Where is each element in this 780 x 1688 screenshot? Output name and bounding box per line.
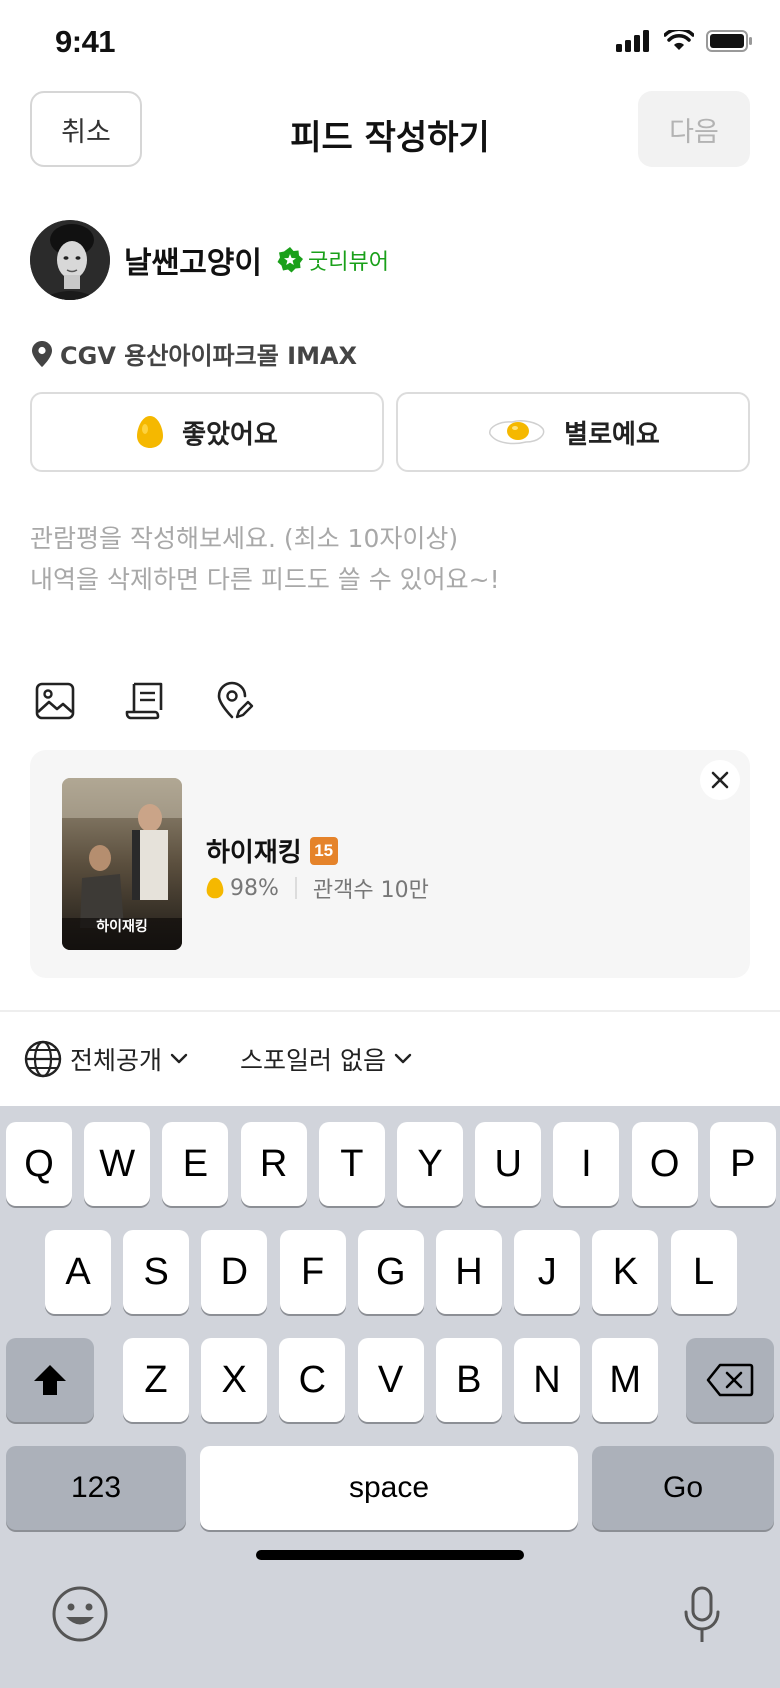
divider (0, 1010, 780, 1012)
receipt-icon (125, 682, 163, 720)
key-r[interactable]: R (240, 1122, 307, 1206)
avatar (30, 220, 110, 300)
movie-title-row: 하이재킹 15 (206, 832, 338, 869)
microphone-icon (684, 1586, 720, 1642)
keyboard: QWERTYUIOP ASDFGHJKL ZXCVBNM 123 space G… (0, 1106, 780, 1688)
wifi-icon (664, 30, 694, 50)
good-rating-label: 좋았어요 (182, 419, 278, 450)
movie-poster: 하이재킹 (62, 778, 182, 950)
location-label: CGV 용산아이파크몰 IMAX (60, 342, 358, 370)
location[interactable]: CGV 용산아이파크몰 IMAX (32, 336, 357, 371)
meta-divider (294, 877, 297, 899)
emoji-icon (52, 1586, 108, 1642)
status-bar: 9:41 (0, 0, 780, 88)
home-indicator (256, 1550, 524, 1560)
signal-icon (616, 30, 649, 52)
key-o[interactable]: O (631, 1122, 698, 1206)
key-l[interactable]: L (670, 1230, 737, 1314)
key-a[interactable]: A (45, 1230, 111, 1314)
good-rating-button[interactable]: 좋았어요 (30, 392, 384, 472)
egg-score: 98% (230, 875, 279, 901)
key-p[interactable]: P (709, 1122, 776, 1206)
key-t[interactable]: T (318, 1122, 385, 1206)
rating-group: 좋았어요 별로예요 (30, 392, 750, 472)
post-options: 전체공개 스포일러 없음 (24, 1036, 412, 1082)
backspace-icon (706, 1363, 754, 1397)
attachment-toolbar (30, 676, 260, 726)
bad-rating-label: 별로예요 (564, 419, 660, 450)
go-key[interactable]: Go (592, 1446, 774, 1530)
receipt-attach-button[interactable] (120, 676, 170, 726)
status-icons (616, 30, 752, 52)
location-attach-button[interactable] (210, 676, 260, 726)
next-button[interactable]: 다음 (638, 91, 750, 167)
egg-icon (137, 416, 164, 448)
key-d[interactable]: D (201, 1230, 268, 1314)
battery-icon (706, 30, 752, 52)
shift-key[interactable] (6, 1338, 94, 1422)
key-e[interactable]: E (162, 1122, 229, 1206)
image-attach-button[interactable] (30, 676, 80, 726)
bad-rating-button[interactable]: 별로예요 (396, 392, 750, 472)
reviewer-badge: 굿리뷰어 (276, 244, 389, 276)
visibility-label: 전체공개 (70, 1046, 163, 1075)
key-y[interactable]: Y (397, 1122, 463, 1206)
review-input[interactable]: 관람평을 작성해보세요. (최소 10자이상) 내역을 삭제하면 다른 피드도 … (30, 518, 750, 600)
age-rating-badge: 15 (309, 836, 338, 865)
egg-icon (206, 877, 224, 899)
username: 날쌘고양이 (124, 246, 262, 281)
visibility-dropdown[interactable]: 전체공개 (24, 1040, 188, 1078)
location-edit-icon (217, 681, 254, 719)
spoiler-label: 스포일러 없음 (240, 1046, 386, 1075)
key-w[interactable]: W (84, 1122, 151, 1206)
microphone-button[interactable] (680, 1584, 724, 1648)
key-u[interactable]: U (475, 1122, 542, 1206)
key-i[interactable]: I (553, 1122, 620, 1206)
key-b[interactable]: B (435, 1338, 502, 1422)
close-icon (711, 771, 729, 789)
movie-card[interactable]: 하이재킹 하이재킹 15 98% 관객수 10만 (30, 750, 750, 978)
chevron-down-icon (394, 1053, 412, 1064)
audience-count: 관객수 10만 (312, 878, 429, 903)
status-time: 9:41 (55, 24, 116, 59)
fried-egg-icon (489, 420, 545, 445)
key-f[interactable]: F (279, 1230, 346, 1314)
key-h[interactable]: H (436, 1230, 502, 1314)
badge-label: 굿리뷰어 (308, 250, 389, 275)
space-key[interactable]: space (200, 1446, 578, 1530)
map-pin-icon (32, 340, 52, 367)
key-c[interactable]: C (279, 1338, 346, 1422)
movie-title: 하이재킹 (206, 838, 302, 868)
key-j[interactable]: J (514, 1230, 581, 1314)
poster-title: 하이재킹 (96, 918, 148, 935)
key-m[interactable]: M (592, 1338, 659, 1422)
spoiler-dropdown[interactable]: 스포일러 없음 (240, 1041, 412, 1077)
globe-icon (24, 1040, 62, 1078)
header: 취소 피드 작성하기 다음 (0, 88, 780, 178)
profile: 날쌘고양이 굿리뷰어 (30, 220, 389, 300)
chevron-down-icon (170, 1053, 188, 1064)
emoji-button[interactable] (50, 1584, 110, 1644)
movie-meta: 98% 관객수 10만 (206, 872, 429, 904)
key-s[interactable]: S (123, 1230, 190, 1314)
badge-star-icon (277, 247, 303, 273)
key-x[interactable]: X (201, 1338, 268, 1422)
shift-icon (34, 1365, 66, 1395)
key-g[interactable]: G (357, 1230, 424, 1314)
numbers-key[interactable]: 123 (6, 1446, 186, 1530)
key-k[interactable]: K (592, 1230, 659, 1314)
image-icon (35, 682, 75, 720)
remove-movie-button[interactable] (700, 760, 740, 800)
key-z[interactable]: Z (123, 1338, 189, 1422)
backspace-key[interactable] (686, 1338, 774, 1422)
key-n[interactable]: N (514, 1338, 580, 1422)
key-q[interactable]: Q (6, 1122, 72, 1206)
key-v[interactable]: V (357, 1338, 424, 1422)
